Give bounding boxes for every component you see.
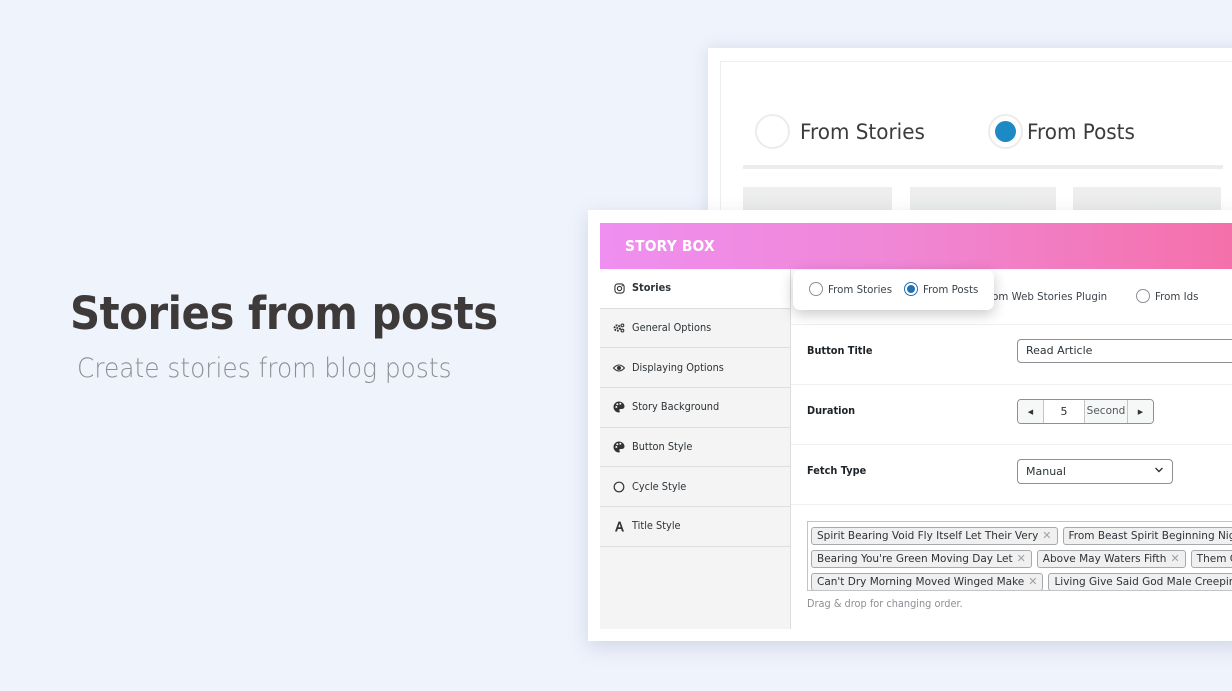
sidebar-item-label: Cycle Style — [632, 480, 687, 493]
sidebar-item-label: Button Style — [632, 441, 693, 454]
radio-checked-icon — [988, 114, 1023, 149]
sidebar-item-label: Title Style — [632, 520, 681, 533]
remove-icon[interactable]: ✕ — [1170, 551, 1179, 567]
remove-icon[interactable]: ✕ — [1017, 551, 1026, 567]
zoomed-radio-from-posts[interactable]: From Posts — [988, 114, 1141, 149]
post-tag-label: From Beast Spirit Beginning Night To — [1068, 529, 1232, 542]
remove-icon[interactable]: ✕ — [1028, 574, 1037, 590]
remove-icon[interactable]: ✕ — [1042, 528, 1051, 544]
duration-unit: Second — [1084, 400, 1128, 423]
select-value: Manual — [1026, 465, 1066, 478]
tag-row: Spirit Bearing Void Fly Itself Let Their… — [811, 524, 1232, 547]
radio-checked-icon — [904, 282, 918, 296]
radio-from-stories[interactable]: From Stories — [809, 282, 897, 296]
radio-label: From Ids — [1155, 289, 1199, 303]
radio-from-ids[interactable]: From Ids — [1136, 289, 1202, 303]
post-tag[interactable]: Spirit Bearing Void Fly Itself Let Their… — [811, 526, 1058, 545]
settings-sidebar: Stories General Options Displaying Optio… — [600, 269, 791, 629]
brand-title: STORY BOX — [625, 237, 715, 255]
duration-stepper: ◀ 5 Second ▶ — [1017, 399, 1154, 424]
sidebar-item-stories[interactable]: Stories — [600, 269, 790, 309]
palette-icon — [613, 441, 625, 453]
radio-from-web-stories-plugin[interactable]: From Web Stories Plugin — [964, 289, 1117, 303]
sidebar-item-general-options[interactable]: General Options — [600, 309, 790, 349]
radio-circle-icon — [755, 114, 790, 149]
font-icon — [613, 520, 625, 532]
tag-row: Can't Dry Morning Moved Winged Make ✕ Liv… — [811, 570, 1232, 590]
sidebar-item-button-style[interactable]: Button Style — [600, 428, 790, 468]
drag-drop-hint: Drag & drop for changing order. — [807, 598, 963, 610]
post-tag[interactable]: Living Give Said God Male Creeping Place… — [1048, 572, 1232, 590]
button-title-label: Button Title — [807, 345, 873, 357]
sidebar-item-label: General Options — [632, 322, 712, 335]
sidebar-item-cycle-style[interactable]: Cycle Style — [600, 467, 790, 508]
sidebar-item-label: Displaying Options — [632, 361, 724, 374]
chevron-down-icon — [1155, 467, 1163, 473]
fetch-type-row: Fetch Type Manual — [791, 445, 1232, 505]
selected-posts-box[interactable]: Spirit Bearing Void Fly Itself Let Their… — [807, 521, 1232, 591]
hero-subtitle: Create stories from blog posts — [77, 353, 452, 384]
duration-row: Duration ◀ 5 Second ▶ — [791, 385, 1232, 445]
fetch-type-label: Fetch Type — [807, 465, 867, 477]
circle-icon — [613, 481, 625, 493]
post-tag[interactable]: Them Created✕ — [1190, 549, 1232, 568]
radio-label: From Stories — [800, 119, 925, 144]
duration-input[interactable]: 5 — [1043, 400, 1084, 423]
tag-row: Bearing You're Green Moving Day Let ✕ Abo… — [811, 547, 1232, 570]
radio-circle-icon — [1136, 289, 1150, 303]
gears-icon — [613, 322, 625, 334]
radio-circle-icon — [809, 282, 823, 296]
sidebar-item-displaying-options[interactable]: Displaying Options — [600, 348, 790, 389]
eye-icon — [613, 362, 625, 374]
source-highlight-popover: From Stories From Posts — [793, 270, 994, 310]
button-title-row: Button Title Read Article — [791, 325, 1232, 385]
post-tag-label: Can't Dry Morning Moved Winged Make — [817, 575, 1025, 588]
radio-label: From Web Stories Plugin — [983, 289, 1108, 303]
button-title-input[interactable]: Read Article — [1017, 339, 1232, 363]
post-tag-label: Above May Waters Fifth — [1042, 552, 1167, 565]
sidebar-item-story-background[interactable]: Story Background — [600, 388, 790, 428]
post-tag-label: Them Created — [1196, 552, 1232, 565]
divider — [743, 165, 1223, 169]
post-tag[interactable]: Above May Waters Fifth ✕ — [1036, 549, 1186, 568]
duration-label: Duration — [807, 405, 856, 417]
post-tag-label: Bearing You're Green Moving Day Let — [817, 552, 1013, 565]
sidebar-item-label: Stories — [632, 282, 672, 295]
app-header: STORY BOX — [600, 223, 1232, 269]
instagram-icon — [613, 282, 625, 294]
caret-right-icon: ▶ — [1137, 408, 1144, 416]
post-tag[interactable]: From Beast Spirit Beginning Night To✕ — [1062, 526, 1232, 545]
post-tag[interactable]: Can't Dry Morning Moved Winged Make ✕ — [811, 572, 1044, 590]
radio-label: From Stories — [828, 282, 893, 296]
radio-label: From Posts — [923, 282, 979, 296]
hero-title: Stories from posts — [70, 287, 498, 340]
radio-from-posts[interactable]: From Posts — [904, 282, 983, 296]
decrement-button[interactable]: ◀ — [1018, 400, 1043, 423]
settings-content: From Web Stories Plugin From Ids Button … — [791, 269, 1232, 629]
caret-left-icon: ◀ — [1027, 408, 1034, 416]
post-tag-label: Spirit Bearing Void Fly Itself Let Their… — [817, 529, 1039, 542]
palette-icon — [613, 401, 625, 413]
sidebar-item-title-style[interactable]: Title Style — [600, 507, 790, 547]
increment-button[interactable]: ▶ — [1128, 400, 1153, 423]
zoomed-radio-from-stories[interactable]: From Stories — [755, 114, 931, 149]
fetch-type-select[interactable]: Manual — [1017, 459, 1173, 484]
sidebar-item-label: Story Background — [632, 401, 720, 414]
radio-label: From Posts — [1027, 119, 1135, 144]
post-tag[interactable]: Bearing You're Green Moving Day Let ✕ — [811, 549, 1032, 568]
post-tag-label: Living Give Said God Male Creeping Place — [1054, 575, 1232, 588]
